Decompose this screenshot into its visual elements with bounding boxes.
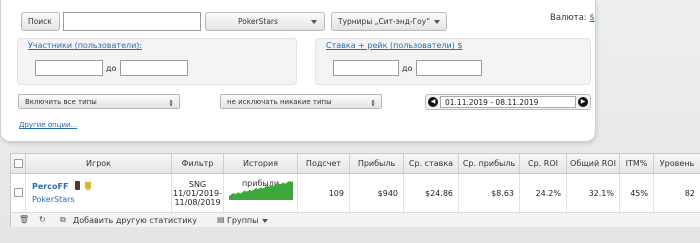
column-header-filter[interactable]: Фильтр: [172, 154, 224, 174]
trash-icon[interactable]: 🗑: [19, 215, 29, 224]
row-checkbox[interactable]: [14, 188, 23, 197]
select-all-checkbox[interactable]: [14, 159, 23, 168]
date-range-input[interactable]: 01.11.2019 - 08.11.2019: [440, 96, 576, 108]
groups-dropdown[interactable]: Группы: [227, 216, 258, 225]
sparkline-area: [229, 181, 293, 200]
updown-arrows-icon: ▲ ▼: [169, 98, 173, 107]
participants-from-input[interactable]: [35, 60, 103, 76]
date-range-picker: ◀ 01.11.2019 - 08.11.2019 ▶: [425, 94, 591, 110]
column-header-profit-history[interactable]: История прибыли: [224, 154, 298, 188]
updown-arrows-icon: ▲ ▼: [371, 98, 375, 107]
column-header-itm[interactable]: ITM%: [620, 154, 654, 174]
stake-currency-link[interactable]: $: [457, 41, 462, 50]
participants-filter: Участники (пользователи): до: [17, 38, 297, 85]
refresh-icon[interactable]: ↻: [39, 215, 46, 224]
stake-to-input[interactable]: [416, 60, 482, 76]
column-header-count[interactable]: Подсчет: [298, 154, 350, 174]
filter-cell: SNG 11/01/2019- 11/08/2019: [172, 174, 224, 212]
trophy-icon: [84, 182, 91, 190]
currency-label: Валюта: $: [550, 13, 595, 23]
other-options-link[interactable]: Другие опции...: [19, 121, 77, 129]
copy-icon[interactable]: ⧉: [60, 215, 66, 225]
avg-stake-cell: $24.86: [404, 174, 459, 212]
stake-filter: Ставка + рейк (пользователи) $ до: [315, 38, 591, 85]
avg-profit-cell: $8.63: [459, 174, 520, 212]
participants-to-input[interactable]: [120, 60, 188, 76]
filter-panel: Поиск PokerStars Турниры „Сит-энд-Гоу“ В…: [0, 0, 596, 142]
column-header-avg-roi[interactable]: Ср. ROI: [520, 154, 567, 174]
profit-history-sparkline: [229, 181, 293, 200]
search-input[interactable]: [63, 12, 201, 31]
groups-icon: ▤: [217, 215, 225, 224]
column-header-level[interactable]: Уровень: [654, 154, 700, 174]
currency-link[interactable]: $: [589, 13, 594, 23]
tournament-type-select[interactable]: Турниры „Сит-энд-Гоу“: [331, 12, 447, 31]
search-button[interactable]: Поиск: [21, 12, 60, 31]
level-cell: 82: [654, 174, 700, 212]
bottle-icon: [74, 181, 80, 190]
chevron-down-icon: [262, 219, 268, 223]
add-statistic-button[interactable]: Добавить другую статистику: [73, 216, 197, 225]
player-name-link[interactable]: PercoFF: [32, 182, 68, 191]
count-cell: 109: [298, 174, 350, 212]
column-header-profit[interactable]: Прибыль: [350, 154, 404, 174]
results-table: Игрок Фильтр История прибыли Подсчет При…: [10, 153, 700, 227]
player-cell: PercoFF PokerStars: [26, 174, 172, 212]
participants-link[interactable]: Участники (пользователи):: [28, 41, 142, 50]
column-header-avg-profit[interactable]: Ср. прибыль: [459, 154, 520, 174]
site-select[interactable]: PokerStars: [205, 12, 325, 31]
stake-link[interactable]: Ставка + рейк (пользователи) $: [326, 41, 462, 50]
column-header-avg-stake[interactable]: Ср. ставка: [404, 154, 459, 174]
itm-cell: 45%: [620, 174, 654, 212]
player-site-link[interactable]: PokerStars: [32, 195, 75, 204]
include-types-select[interactable]: Включить все типы ▲ ▼: [18, 94, 180, 109]
column-header-total-roi[interactable]: Общий ROI: [567, 154, 620, 174]
row-select-cell: [11, 174, 26, 212]
exclude-types-select[interactable]: не исключать никакие типы ▲ ▼: [220, 94, 382, 109]
avg-roi-cell: 24.2%: [520, 174, 567, 212]
profit-cell: $940: [350, 174, 404, 212]
total-roi-cell: 32.1%: [567, 174, 620, 212]
next-period-button[interactable]: ▶: [578, 97, 588, 107]
table-footer: 🗑 ↻ ⧉ Добавить другую статистику ▤ Групп…: [11, 212, 700, 227]
profit-history-cell[interactable]: [224, 174, 298, 212]
column-header-player[interactable]: Игрок: [26, 154, 172, 174]
chevron-down-icon: [311, 20, 317, 24]
table-header: Игрок Фильтр История прибыли Подсчет При…: [11, 154, 700, 188]
stake-from-input[interactable]: [333, 60, 399, 76]
stake-to-label: до: [402, 64, 413, 73]
previous-period-button[interactable]: ◀: [428, 97, 438, 107]
select-all-cell: [11, 154, 26, 174]
chevron-down-icon: [434, 20, 440, 24]
participants-to-label: до: [106, 64, 117, 73]
